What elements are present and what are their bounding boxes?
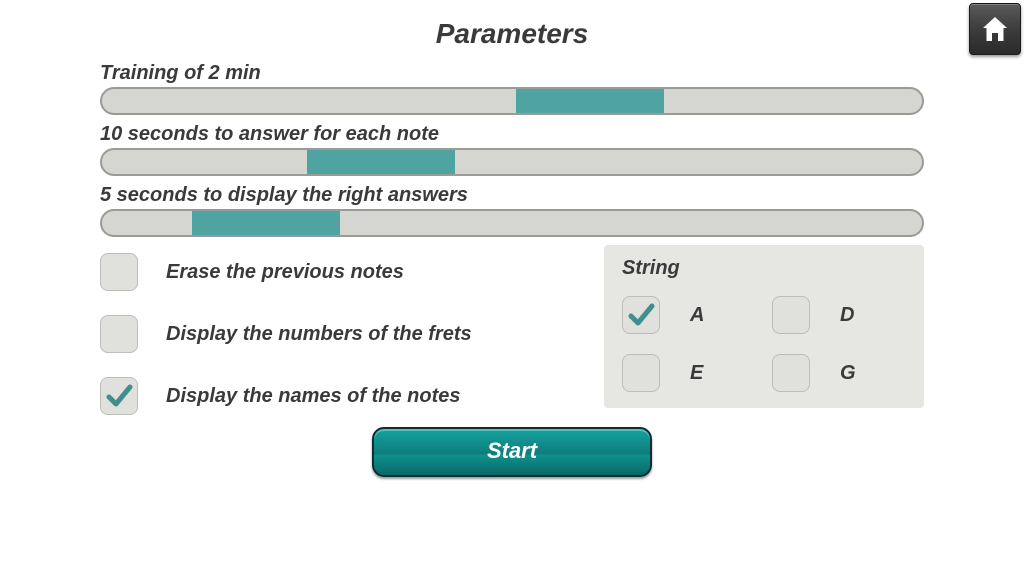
string-grid: A D E G	[622, 296, 906, 392]
home-button[interactable]	[969, 3, 1021, 55]
checkbox-string-d[interactable]	[772, 296, 810, 334]
slider-thumb[interactable]	[516, 87, 664, 115]
checkbox-string-e[interactable]	[622, 354, 660, 392]
slider-thumb[interactable]	[192, 209, 340, 237]
checkbox-string-a[interactable]	[622, 296, 660, 334]
content-area: Training of 2 min 10 seconds to answer f…	[0, 50, 1024, 477]
checkbox-erase-previous[interactable]	[100, 253, 138, 291]
slider-answer-time: 10 seconds to answer for each note	[100, 123, 924, 176]
slider-thumb[interactable]	[307, 148, 455, 176]
string-label: A	[676, 304, 756, 327]
check-label: Erase the previous notes	[166, 261, 404, 284]
check-item-fret-numbers: Display the numbers of the frets	[100, 315, 584, 353]
checkbox-note-names[interactable]	[100, 377, 138, 415]
string-label: D	[826, 304, 906, 327]
checkbox-string-g[interactable]	[772, 354, 810, 392]
string-label: G	[826, 362, 906, 385]
slider-track-answer[interactable]	[100, 148, 924, 176]
slider-label: 10 seconds to answer for each note	[100, 123, 924, 146]
check-item-erase: Erase the previous notes	[100, 253, 584, 291]
start-button[interactable]: Start	[372, 427, 652, 477]
slider-display-time: 5 seconds to display the right answers	[100, 184, 924, 237]
slider-track-training[interactable]	[100, 87, 924, 115]
slider-label: Training of 2 min	[100, 62, 924, 85]
checkbox-fret-numbers[interactable]	[100, 315, 138, 353]
slider-label: 5 seconds to display the right answers	[100, 184, 924, 207]
string-panel: String A D E G	[604, 245, 924, 408]
check-label: Display the names of the notes	[166, 385, 461, 408]
options-row: Erase the previous notes Display the num…	[100, 245, 924, 415]
check-column: Erase the previous notes Display the num…	[100, 245, 584, 415]
home-icon	[980, 15, 1010, 43]
page-title: Parameters	[0, 0, 1024, 50]
start-button-wrap: Start	[100, 427, 924, 477]
string-panel-title: String	[622, 257, 906, 280]
slider-track-display[interactable]	[100, 209, 924, 237]
string-label: E	[676, 362, 756, 385]
slider-training-duration: Training of 2 min	[100, 62, 924, 115]
check-label: Display the numbers of the frets	[166, 323, 472, 346]
check-item-note-names: Display the names of the notes	[100, 377, 584, 415]
